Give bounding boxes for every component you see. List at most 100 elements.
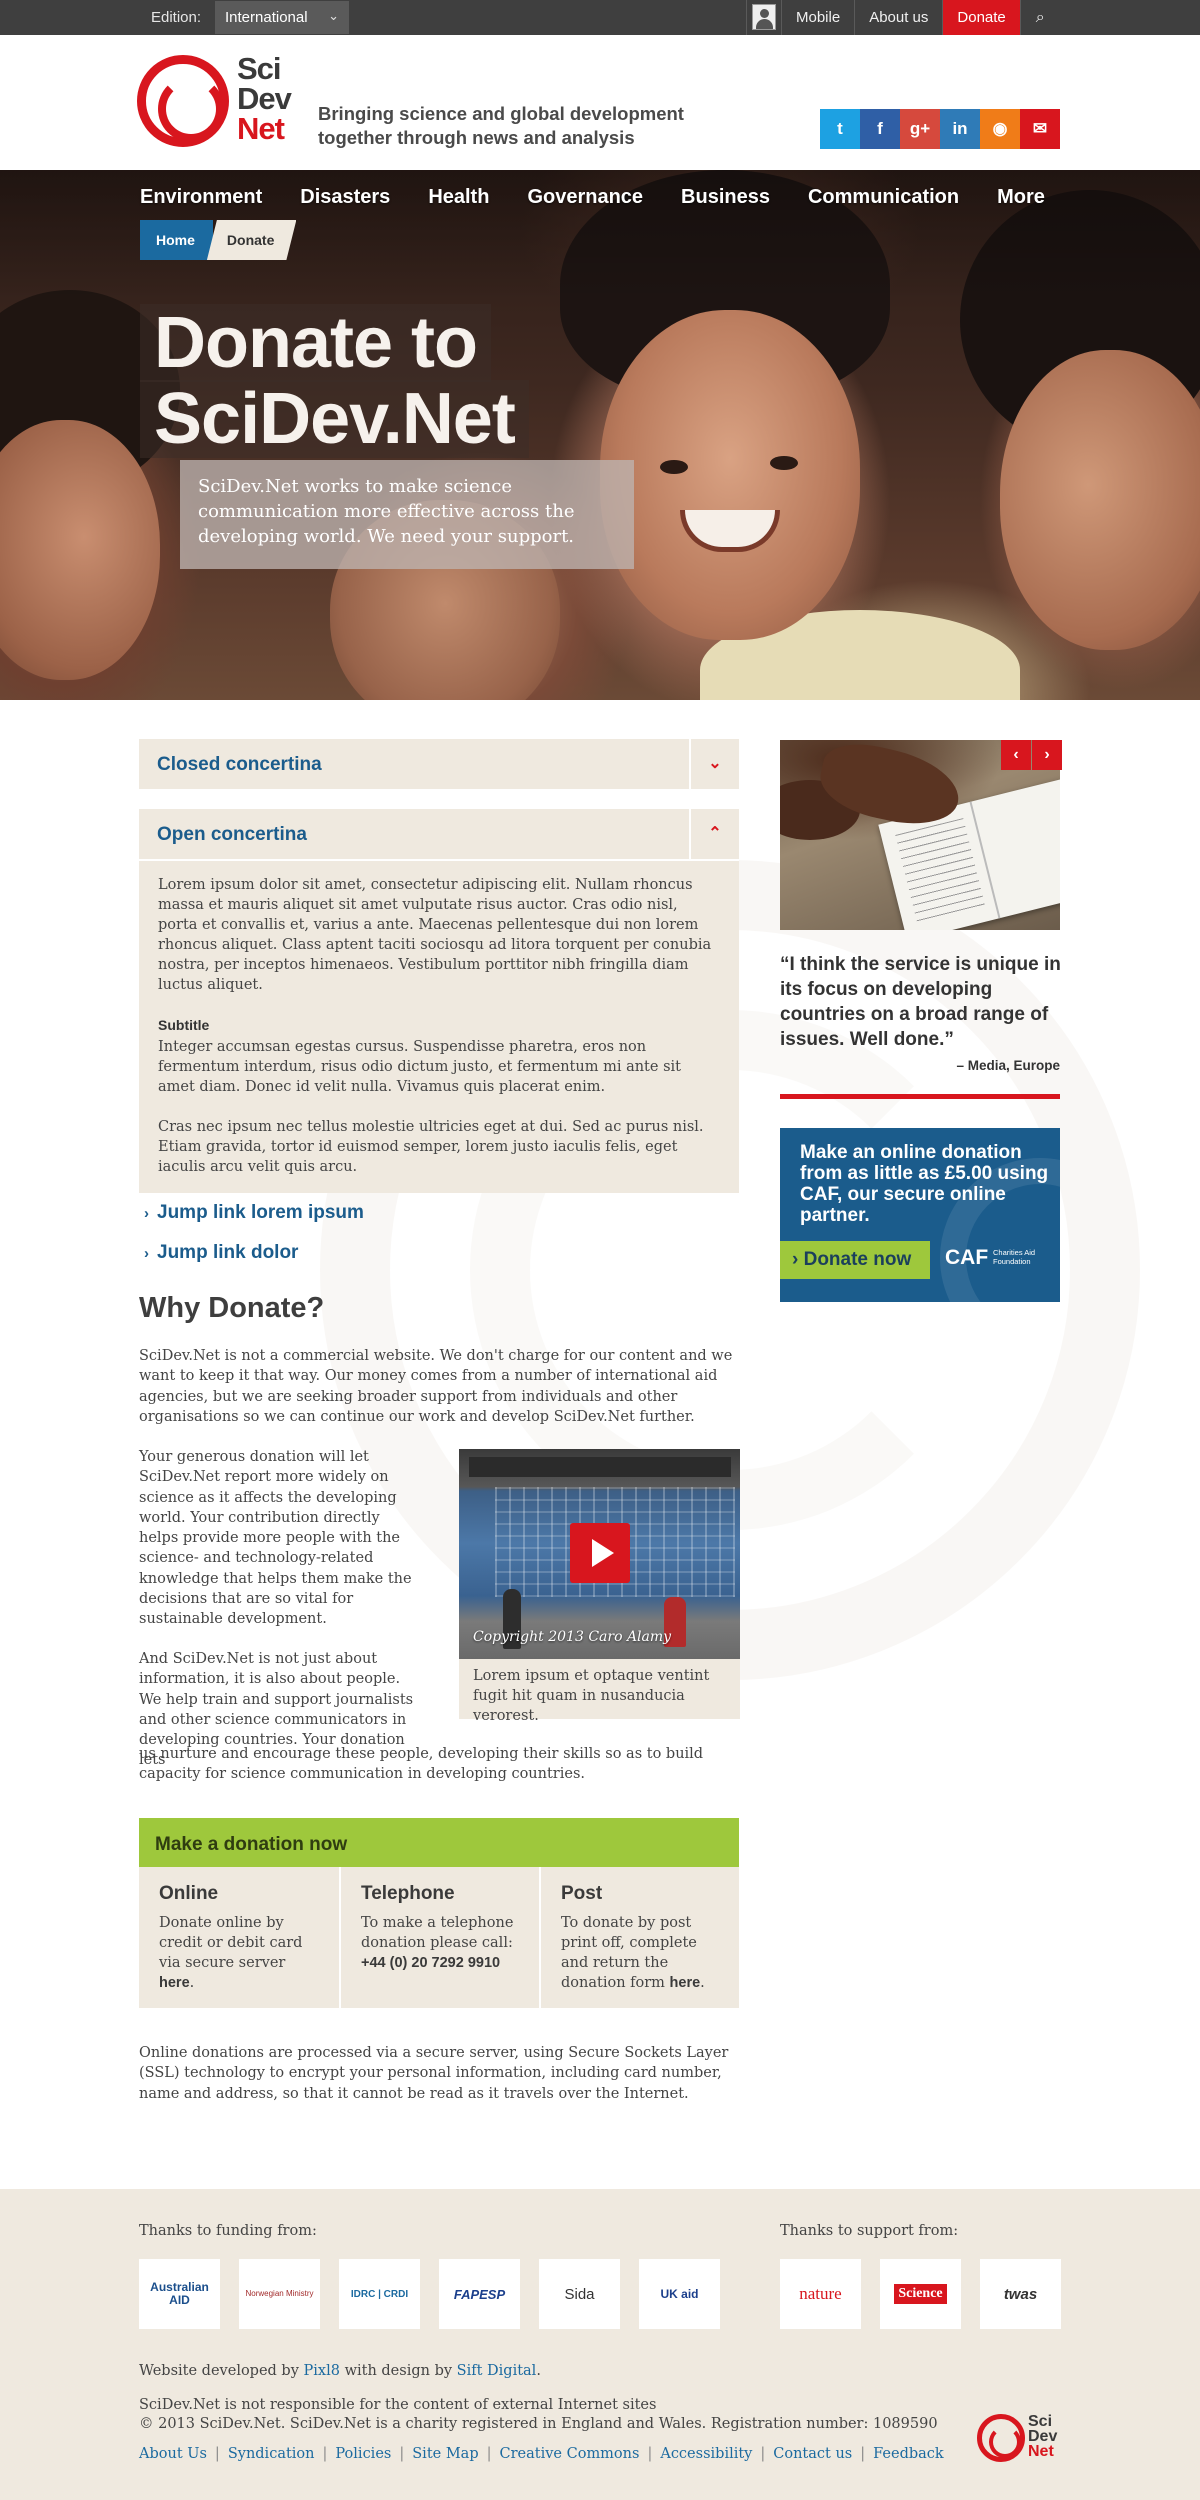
concertina-subtitle: Subtitle [158, 1017, 210, 1033]
rss-icon[interactable]: ◉ [980, 109, 1020, 149]
google-plus-icon[interactable]: g+ [900, 109, 940, 149]
footer-logo-wordmark: Sci Dev Net [1028, 2413, 1057, 2460]
funder-logo-text: IDRC | CRDI [350, 2288, 409, 2300]
nav-disasters[interactable]: Disasters [300, 172, 390, 222]
footer-link-creative-commons[interactable]: Creative Commons [500, 2446, 640, 2462]
linkedin-icon[interactable]: in [940, 109, 980, 149]
top-bar: Edition: International ⌄ Mobile About us… [0, 0, 1200, 35]
closed-concertina[interactable]: Closed concertina ⌄ [139, 739, 739, 789]
email-icon[interactable]: ✉ [1020, 109, 1060, 149]
funder-logo[interactable]: Sida [539, 2259, 620, 2329]
developer-credit-mid: with design by [344, 2363, 453, 2379]
tagline-line-1: Bringing science and global development [318, 103, 684, 124]
footer-link-site-map[interactable]: Site Map [412, 2446, 478, 2462]
footer-link-syndication[interactable]: Syndication [228, 2446, 315, 2462]
link-separator: | [214, 2446, 220, 2462]
logo-word-sci: Sci [1028, 2413, 1053, 2430]
footer-link-accessibility[interactable]: Accessibility [660, 2446, 752, 2462]
concertina-header[interactable]: Open concertina ⌃ [139, 809, 739, 859]
copyright: © 2013 SciDev.Net. SciDev.Net is a chari… [139, 2416, 938, 2432]
footer-logo[interactable]: Sci Dev Net [977, 2414, 1067, 2464]
funder-logo-text: Australian AID [150, 2280, 209, 2307]
donate-now-label: Donate now [803, 1249, 912, 1270]
why-paragraph: Your generous donation will let SciDev.N… [139, 1449, 412, 1628]
concertina-paragraph: Lorem ipsum dolor sit amet, consectetur … [158, 877, 712, 993]
photo-notebook-lines [895, 818, 985, 923]
disclaimer: SciDev.Net is not responsible for the co… [139, 2397, 657, 2413]
breadcrumb-home[interactable]: Home [140, 220, 213, 260]
carousel-controls: ‹ › [1000, 740, 1062, 770]
donation-telephone: Telephone To make a telephone donation p… [339, 1867, 539, 2008]
concertina-title: Open concertina [157, 824, 307, 845]
funder-logo[interactable]: FAPESP [439, 2259, 520, 2329]
why-paragraph: SciDev.Net is not a commercial website. … [139, 1348, 733, 1425]
nav-environment[interactable]: Environment [140, 172, 262, 222]
caf-promo-text: Make an online donation from as little a… [800, 1142, 1049, 1226]
edition-select[interactable]: International ⌄ [215, 1, 349, 34]
donation-phone-number[interactable]: +44 (0) 20 7292 9910 [361, 1955, 500, 1971]
funder-logo[interactable]: IDRC | CRDI [339, 2259, 420, 2329]
video-thumbnail[interactable]: Copyright 2013 Caro Alamy [459, 1449, 740, 1659]
search-icon[interactable]: ⌕ [1019, 0, 1060, 35]
about-us-link[interactable]: About us [854, 0, 942, 35]
video-block: Copyright 2013 Caro Alamy Lorem ipsum et… [459, 1449, 740, 1724]
footer-link-contact-us[interactable]: Contact us [773, 2446, 852, 2462]
donate-link[interactable]: Donate [942, 0, 1020, 35]
jump-link[interactable]: › Jump link lorem ipsum [144, 1202, 364, 1224]
funder-logo-text: UK aid [660, 2287, 699, 2301]
jump-link[interactable]: › Jump link dolor [144, 1242, 298, 1264]
facebook-icon[interactable]: f [860, 109, 900, 149]
supporter-logo[interactable]: twas [980, 2259, 1061, 2329]
donation-online: Online Donate online by credit or debit … [139, 1867, 339, 2008]
chevron-left-icon[interactable]: ‹ [1001, 740, 1031, 770]
footer-link-policies[interactable]: Policies [335, 2446, 391, 2462]
donation-online-link[interactable]: here [159, 1975, 190, 1991]
donate-now-button[interactable]: › Donate now [780, 1241, 930, 1279]
logo-ring [137, 55, 229, 147]
supporter-logos: nature Science twas [780, 2259, 1080, 2329]
chevron-right-icon: › [144, 1205, 149, 1222]
twitter-icon[interactable]: t [820, 109, 860, 149]
funder-logo[interactable]: Australian AID [139, 2259, 220, 2329]
chevron-right-icon[interactable]: › [1032, 740, 1062, 770]
breadcrumb: Home Donate [140, 220, 296, 260]
developer-link[interactable]: Pixl8 [304, 2363, 340, 2379]
funder-logo-text: Norwegian Ministry [245, 2289, 314, 2298]
why-donate-heading: Why Donate? [139, 1292, 325, 1324]
nav-communication[interactable]: Communication [808, 172, 959, 222]
designer-link[interactable]: Sift Digital [457, 2363, 537, 2379]
chevron-down-icon[interactable]: ⌄ [689, 739, 739, 789]
caf-donation-promo: Make an online donation from as little a… [780, 1128, 1060, 1302]
scidev-logo[interactable]: Sci Dev Net [137, 53, 307, 150]
play-icon[interactable] [570, 1523, 630, 1583]
footer-link-feedback[interactable]: Feedback [873, 2446, 944, 2462]
supporter-logo-text: twas [1003, 2285, 1038, 2303]
page-title-line-1: Donate to [140, 304, 491, 382]
chevron-right-icon: › [792, 1249, 799, 1270]
donation-post-text: To donate by post print off, complete an… [561, 1915, 705, 1991]
supporter-logo[interactable]: nature [780, 2259, 861, 2329]
user-account-button[interactable] [746, 0, 780, 35]
ssl-note: Online donations are processed via a sec… [139, 2045, 729, 2102]
concertina-header[interactable]: Closed concertina ⌄ [139, 739, 739, 789]
funder-logo[interactable]: Norwegian Ministry [239, 2259, 320, 2329]
developer-credit-prefix: Website developed by [139, 2363, 299, 2379]
footer-link-about-us[interactable]: About Us [139, 2446, 207, 2462]
nav-health[interactable]: Health [428, 172, 489, 222]
footer-links: About Us | Syndication | Policies | Site Ma… [139, 2446, 944, 2462]
chevron-up-icon[interactable]: ⌃ [689, 809, 739, 859]
donation-online-desc: Donate online by credit or debit card vi… [159, 1915, 303, 1971]
video-copyright: Copyright 2013 Caro Alamy [473, 1629, 672, 1645]
link-separator: | [486, 2446, 492, 2462]
funder-logo[interactable]: UK aid [639, 2259, 720, 2329]
supporter-logo[interactable]: Science [880, 2259, 961, 2329]
open-concertina: Open concertina ⌃ Lorem ipsum dolor sit … [139, 809, 739, 1193]
mobile-link[interactable]: Mobile [781, 0, 854, 35]
nav-more[interactable]: More [997, 172, 1045, 222]
donation-post-link[interactable]: here [670, 1975, 701, 1991]
nav-business[interactable]: Business [681, 172, 770, 222]
nav-governance[interactable]: Governance [527, 172, 643, 222]
developer-credit: Website developed by Pixl8 with design b… [139, 2363, 541, 2379]
footer-logo-ring [977, 2414, 1025, 2462]
tagline-line-2: together through news and analysis [318, 127, 635, 148]
